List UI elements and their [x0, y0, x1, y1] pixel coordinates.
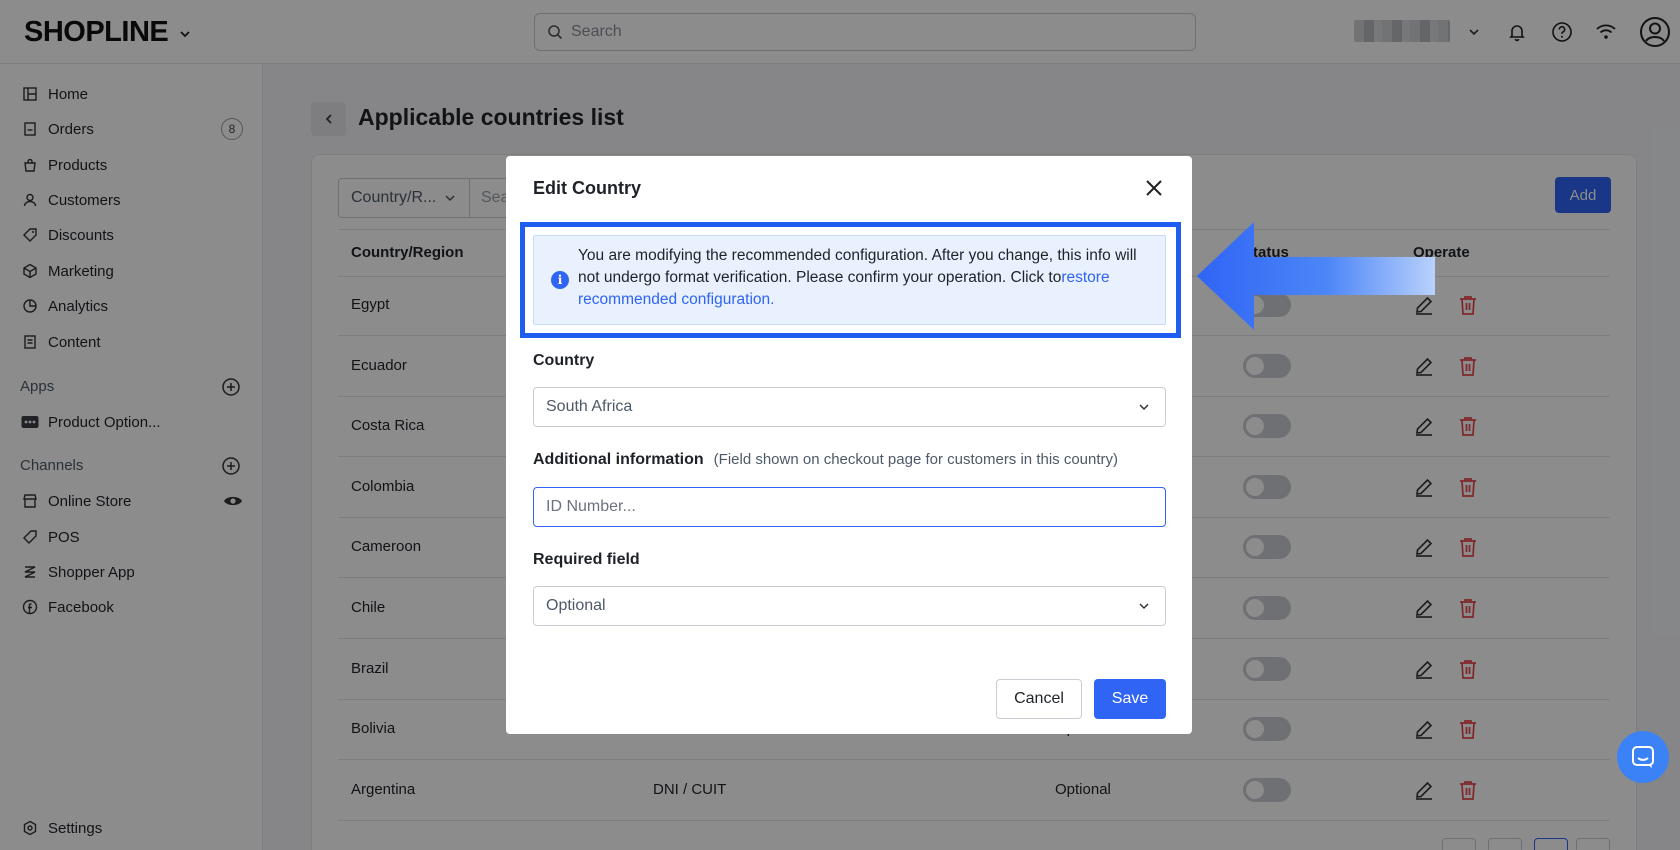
alert-message: You are modifying the recommended config…: [578, 245, 1153, 311]
required-field-select[interactable]: Optional: [533, 586, 1166, 626]
info-icon: i: [551, 271, 569, 289]
required-field-label: Required field: [533, 551, 640, 568]
chevron-down-icon: [1139, 404, 1149, 411]
country-value: South Africa: [546, 398, 633, 415]
additional-info-label: Additional information (Field shown on ch…: [533, 451, 1118, 469]
close-icon[interactable]: [1142, 176, 1166, 200]
annotation-arrow-icon: [1197, 222, 1435, 330]
country-select[interactable]: South Africa: [533, 387, 1166, 427]
edit-country-modal: Edit Country i You are modifying the rec…: [506, 156, 1192, 734]
country-label: Country: [533, 352, 595, 369]
save-button[interactable]: Save: [1094, 679, 1166, 719]
additional-info-hint: (Field shown on checkout page for custom…: [713, 451, 1119, 468]
warning-alert: i You are modifying the recommended conf…: [533, 235, 1166, 325]
additional-info-input[interactable]: [533, 487, 1166, 527]
chat-icon: [1632, 746, 1654, 768]
modal-title: Edit Country: [533, 178, 641, 198]
additional-info-label-text: Additional information: [533, 451, 704, 468]
required-field-value: Optional: [546, 597, 606, 614]
cancel-button[interactable]: Cancel: [996, 679, 1082, 719]
chevron-down-icon: [1139, 603, 1149, 610]
chat-support-button[interactable]: [1617, 731, 1669, 783]
alert-text: You are modifying the recommended config…: [578, 247, 1137, 286]
